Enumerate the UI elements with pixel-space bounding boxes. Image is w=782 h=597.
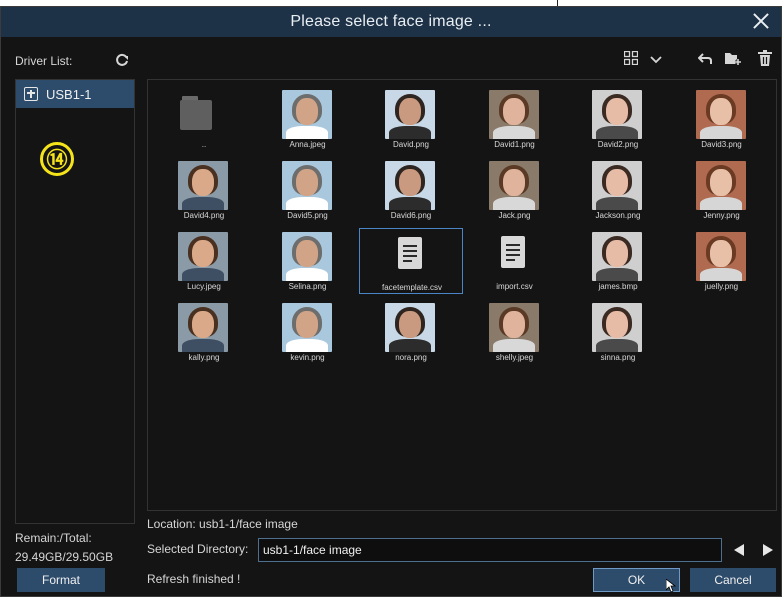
file-tile[interactable]: Jackson.png: [566, 157, 670, 223]
face-thumbnail: [592, 303, 642, 352]
face-thumbnail: [695, 90, 746, 139]
face-thumbnail: [488, 303, 539, 352]
file-name: David5.png: [287, 211, 328, 220]
grid-view-icon[interactable]: [624, 51, 638, 65]
file-name: kally.png: [188, 353, 220, 362]
face-thumbnail: [695, 232, 746, 281]
file-tile[interactable]: sinna.png: [566, 299, 670, 365]
new-folder-icon[interactable]: [725, 51, 741, 65]
file-tile[interactable]: David5.png: [256, 157, 360, 223]
file-tile[interactable]: Lucy.jpeg: [152, 228, 256, 294]
file-tile[interactable]: David4.png: [152, 157, 256, 223]
file-tile[interactable]: nora.png: [359, 299, 463, 365]
title-bar: Please select face image ...: [1, 7, 781, 37]
file-name: import.csv: [496, 282, 533, 291]
step-number-badge: ⑭: [40, 142, 74, 176]
face-image-dialog: Please select face image ... Driver List…: [0, 6, 782, 597]
refresh-icon[interactable]: [115, 53, 129, 67]
face-thumbnail: [178, 232, 228, 281]
location-text: Location: usb1-1/face image: [147, 517, 298, 531]
file-name: kevin.png: [290, 353, 325, 362]
file-tile[interactable]: facetemplate.csv: [359, 228, 463, 294]
file-tile[interactable]: Anna.jpeg: [256, 86, 360, 152]
folder-icon: [180, 96, 224, 130]
face-thumbnail: [592, 161, 642, 210]
face-thumbnail: [178, 303, 228, 352]
next-arrow-icon[interactable]: [763, 544, 773, 556]
driver-list-label: Driver List:: [15, 54, 73, 68]
file-tile[interactable]: Jack.png: [463, 157, 567, 223]
face-thumbnail: [695, 161, 746, 210]
remain-total-label: Remain:/Total:: [15, 531, 92, 545]
remain-total-value: 29.49GB/29.50GB: [15, 550, 114, 564]
file-name: juelly.png: [704, 282, 739, 291]
file-name: David2.png: [597, 140, 639, 149]
mouse-cursor-icon: [666, 579, 676, 593]
file-tile[interactable]: ..: [152, 86, 256, 152]
file-name: sinna.png: [600, 353, 636, 362]
file-name: David1.png: [494, 140, 535, 149]
file-tile[interactable]: import.csv: [463, 228, 567, 294]
file-tile[interactable]: kevin.png: [256, 299, 360, 365]
file-name: Jackson.png: [595, 211, 641, 220]
file-tile[interactable]: james.bmp: [566, 228, 670, 294]
back-icon[interactable]: [698, 51, 712, 65]
file-tile[interactable]: shelly.jpeg: [463, 299, 567, 365]
file-name: David6.png: [390, 211, 432, 220]
face-thumbnail: [281, 161, 332, 210]
file-browser: .. Anna.jpeg David.png David1.png David2.png…: [147, 79, 777, 511]
cancel-button[interactable]: Cancel: [690, 568, 776, 592]
face-thumbnail: [488, 90, 539, 139]
previous-arrow-icon[interactable]: [734, 544, 744, 556]
file-tile[interactable]: David.png: [359, 86, 463, 152]
face-thumbnail: [385, 161, 435, 210]
file-tile[interactable]: Selina.png: [256, 228, 360, 294]
format-button[interactable]: Format: [17, 568, 105, 592]
face-thumbnail: [592, 90, 642, 139]
face-thumbnail: [281, 232, 332, 281]
file-name: Lucy.jpeg: [187, 282, 221, 291]
file-name: shelly.jpeg: [495, 353, 534, 362]
close-icon[interactable]: [749, 9, 773, 33]
drive-label: USB1-1: [46, 86, 92, 102]
face-thumbnail: [281, 90, 332, 139]
file-name: David.png: [392, 140, 430, 149]
file-tile[interactable]: David1.png: [463, 86, 567, 152]
file-name: Jenny.png: [703, 211, 740, 220]
face-thumbnail: [592, 232, 642, 281]
face-thumbnail: [385, 303, 435, 352]
status-message: Refresh finished !: [147, 572, 241, 586]
file-name: David4.png: [183, 211, 225, 220]
face-thumbnail: [488, 161, 539, 210]
face-thumbnail: [385, 90, 435, 139]
face-thumbnail: [281, 303, 332, 352]
dialog-title: Please select face image ...: [290, 13, 492, 30]
drive-item-usb1-1[interactable]: USB1-1: [16, 80, 134, 108]
file-tile[interactable]: David2.png: [566, 86, 670, 152]
usb-icon: [24, 87, 38, 101]
trash-icon[interactable]: [758, 50, 772, 66]
file-name: facetemplate.csv: [381, 283, 443, 292]
face-thumbnail: [178, 161, 228, 210]
file-name: james.bmp: [598, 282, 638, 291]
file-name: Jack.png: [498, 211, 531, 220]
file-tile[interactable]: juelly.png: [670, 228, 774, 294]
file-tile[interactable]: David3.png: [670, 86, 774, 152]
file-name: nora.png: [395, 353, 427, 362]
driver-list: USB1-1 ⑭: [15, 79, 135, 524]
selected-directory-input[interactable]: [258, 538, 722, 562]
csv-file-icon: [500, 236, 525, 268]
file-tile[interactable]: kally.png: [152, 299, 256, 365]
file-name: David3.png: [701, 140, 742, 149]
file-tile[interactable]: David6.png: [359, 157, 463, 223]
file-name: Anna.jpeg: [289, 140, 326, 149]
file-tile[interactable]: Jenny.png: [670, 157, 774, 223]
csv-file-icon: [398, 237, 422, 269]
file-name: ..: [201, 140, 207, 149]
selected-directory-label: Selected Directory:: [147, 542, 249, 556]
chevron-down-icon[interactable]: [650, 54, 662, 66]
file-name: Selina.png: [288, 282, 327, 291]
